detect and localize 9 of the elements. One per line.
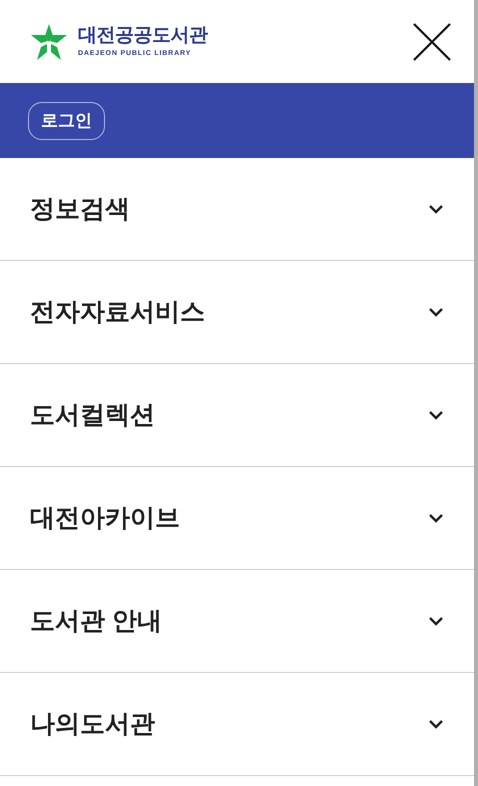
chevron-down-icon <box>428 204 444 214</box>
chevron-down-icon <box>428 513 444 523</box>
chevron-down-icon <box>428 719 444 729</box>
logo-title: 대전공공도서관 <box>78 26 208 45</box>
chevron-down-icon <box>428 616 444 626</box>
login-button[interactable]: 로그인 <box>28 102 105 140</box>
chevron-down-icon <box>428 307 444 317</box>
chevron-down-icon <box>428 410 444 420</box>
close-icon[interactable] <box>412 22 452 62</box>
